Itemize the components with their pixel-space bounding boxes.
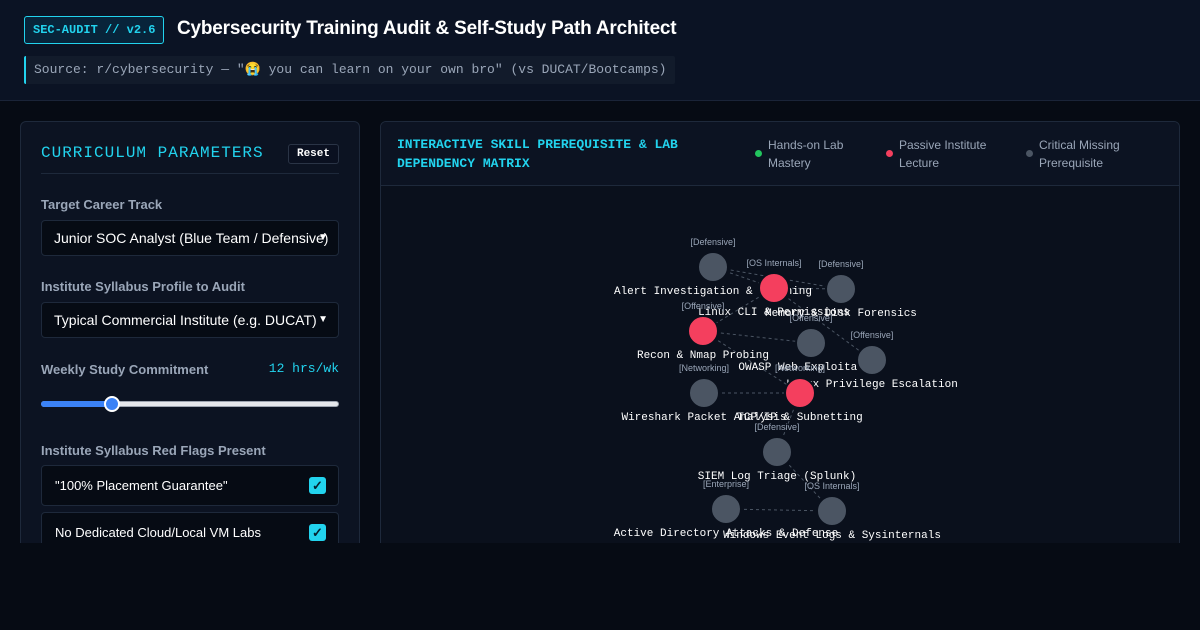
- skill-node-category: [OS Internals]: [804, 481, 859, 491]
- slider-fill: [41, 401, 113, 407]
- app-header: SEC-AUDIT // v2.6 Cybersecurity Training…: [0, 0, 1200, 101]
- syllabus-profile-select[interactable]: Typical Commercial Institute (e.g. DUCAT…: [41, 302, 339, 338]
- skill-node-circle[interactable]: [697, 251, 729, 283]
- legend-item-lab: Hands-on Lab Mastery: [755, 136, 878, 172]
- legend-dot-green: [755, 150, 762, 157]
- skill-node-circle[interactable]: [687, 315, 719, 347]
- skill-node-label: Recon & Nmap Probing: [637, 350, 769, 362]
- skill-node-category: [Offensive]: [682, 301, 725, 311]
- syllabus-profile-value: Typical Commercial Institute (e.g. DUCAT…: [54, 312, 317, 328]
- graph-title: INTERACTIVE SKILL PREREQUISITE & LAB DEP…: [397, 137, 678, 171]
- red-flag-label: "100% Placement Guarantee": [55, 478, 228, 493]
- skill-node-category: [OS Internals]: [746, 258, 801, 268]
- skill-node-category: [Offensive]: [851, 330, 894, 340]
- version-badge: SEC-AUDIT // v2.6: [24, 16, 165, 44]
- career-track-select[interactable]: Junior SOC Analyst (Blue Team / Defensiv…: [41, 220, 339, 256]
- skill-node-category: [Networking]: [679, 363, 729, 373]
- legend-dot-gray: [1026, 150, 1033, 157]
- syllabus-profile-label: Institute Syllabus Profile to Audit: [41, 279, 245, 294]
- skill-node-circle[interactable]: [825, 273, 857, 305]
- viewport-bottom: [0, 543, 1200, 630]
- legend-label: Critical Missing Prerequisite: [1039, 138, 1120, 170]
- chevron-down-icon: ▼: [318, 314, 328, 325]
- skill-node-winlogs[interactable]: [OS Internals] Windows Event Logs & Sysin…: [723, 481, 941, 542]
- red-flag-checkbox[interactable]: ✓: [309, 477, 326, 494]
- career-track-value: Junior SOC Analyst (Blue Team / Defensiv…: [54, 230, 329, 246]
- red-flag-checkbox[interactable]: ✓: [309, 524, 326, 541]
- legend-label: Passive Institute Lecture: [899, 138, 987, 170]
- chevron-down-icon: ▼: [318, 232, 328, 243]
- skill-node-circle[interactable]: [816, 495, 848, 527]
- skill-node-circle[interactable]: [761, 436, 793, 468]
- reset-button[interactable]: Reset: [287, 144, 339, 164]
- graph-header: INTERACTIVE SKILL PREREQUISITE & LAB DEP…: [381, 122, 1179, 186]
- skill-node-circle[interactable]: [758, 272, 790, 304]
- skill-node-circle[interactable]: [784, 377, 816, 409]
- page-title: Cybersecurity Training Audit & Self-Stud…: [177, 18, 677, 39]
- skill-node-siem[interactable]: [Defensive]SIEM Log Triage (Splunk): [698, 422, 856, 483]
- panel-divider: [41, 173, 339, 174]
- study-commitment-value: 12 hrs/wk: [268, 361, 339, 376]
- source-citation: Source: r/cybersecurity — "😭 you can lea…: [24, 56, 675, 84]
- skill-node-category: [Networking]: [775, 363, 825, 373]
- skill-node-category: [Defensive]: [754, 422, 799, 432]
- panel-title: CURRICULUM PARAMETERS: [41, 144, 264, 162]
- skill-node-circle[interactable]: [688, 377, 720, 409]
- slider-thumb[interactable]: [104, 396, 121, 412]
- legend-item-lecture: Passive Institute Lecture: [886, 136, 1009, 172]
- skill-node-circle[interactable]: [856, 344, 888, 376]
- skill-node-category: [Offensive]: [790, 313, 833, 323]
- skill-dependency-panel: INTERACTIVE SKILL PREREQUISITE & LAB DEP…: [380, 121, 1180, 561]
- legend-dot-red: [886, 150, 893, 157]
- dependency-graph: [Defensive]Alert Investigation & Phishin…: [614, 237, 958, 542]
- skill-node-category: [Enterprise]: [703, 479, 749, 489]
- study-commitment-slider[interactable]: [41, 396, 339, 412]
- skill-node-circle[interactable]: [710, 493, 742, 525]
- legend-label: Hands-on Lab Mastery: [768, 138, 844, 170]
- red-flag-label: No Dedicated Cloud/Local VM Labs: [55, 525, 261, 540]
- red-flags-label: Institute Syllabus Red Flags Present: [41, 443, 266, 458]
- skill-node-category: [Defensive]: [690, 237, 735, 247]
- skill-node-category: [Defensive]: [818, 259, 863, 269]
- skill-node-label: Windows Event Logs & Sysinternals: [723, 530, 941, 542]
- legend-item-missing: Critical Missing Prerequisite: [1026, 136, 1149, 172]
- curriculum-parameters-panel: CURRICULUM PARAMETERS Reset Target Caree…: [20, 121, 360, 561]
- career-track-label: Target Career Track: [41, 197, 163, 212]
- skill-node-circle[interactable]: [795, 327, 827, 359]
- study-commitment-label: Weekly Study Commitment: [41, 362, 209, 377]
- red-flag-item-placement-guarantee[interactable]: "100% Placement Guarantee" ✓: [41, 465, 339, 506]
- skill-node-label: Memory & Disk Forensics: [765, 308, 917, 320]
